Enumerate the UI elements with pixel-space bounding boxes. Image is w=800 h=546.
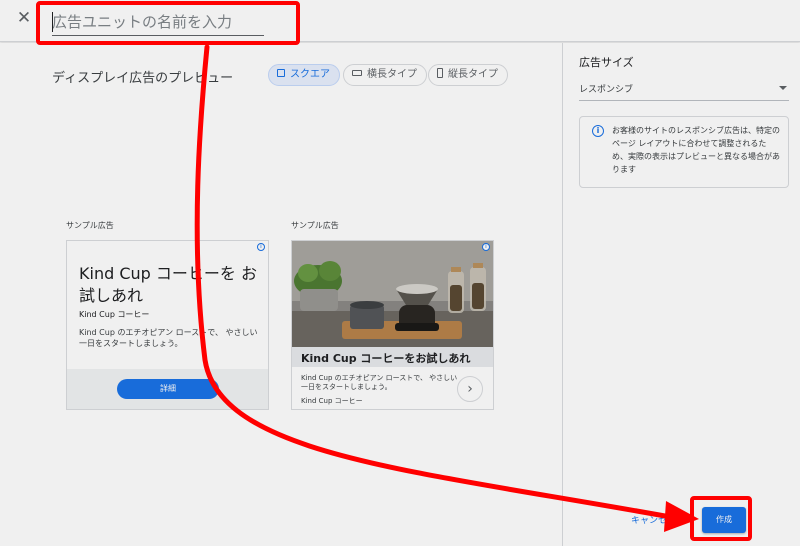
info-notice: i お客様のサイトのレスポンシブ広告は、特定のページ レイアウトに合わせて調整さ… [579, 116, 789, 188]
tab-square-label: スクエア [290, 69, 330, 80]
tab-portrait[interactable]: 縦長タイプ [428, 64, 508, 86]
ad-photo: i [292, 241, 493, 347]
adchoices-icon[interactable]: i [482, 243, 490, 251]
tab-portrait-label: 縦長タイプ [448, 69, 498, 80]
settings-panel: 広告サイズ レスポンシブ i お客様のサイトのレスポンシブ広告は、特定のページ … [562, 43, 800, 546]
sample-ad-label: サンプル広告 [291, 221, 339, 230]
cancel-button[interactable]: キャンセル [631, 513, 676, 526]
tab-landscape[interactable]: 横長タイプ [343, 64, 427, 86]
sample-ad-text: i Kind Cup コーヒーを お試しあれ Kind Cup コーヒー Kin… [66, 240, 269, 410]
info-icon: i [592, 125, 604, 137]
ad-headline: Kind Cup コーヒーをお試しあれ [301, 352, 471, 365]
coffee-photo-image [292, 241, 493, 347]
sample-ad-image: i Kind Cup コーヒーをお試しあれ Kind Cup のエチオピアン ロ… [291, 240, 494, 410]
chevron-right-icon[interactable]: › [457, 376, 483, 402]
ad-headline: Kind Cup コーヒーを お試しあれ [79, 264, 257, 305]
tab-square[interactable]: スクエア [268, 64, 340, 86]
ad-description: Kind Cup のエチオピアン ローストで、 やさしい一日をスタートしましょう… [301, 374, 458, 391]
ad-footer: 詳細 [67, 369, 268, 409]
text-caret [52, 12, 53, 32]
ad-advertiser: Kind Cup コーヒー [79, 310, 150, 319]
chevron-down-icon [779, 86, 787, 90]
ad-unit-dialog: ✕ ディスプレイ広告のプレビュー スクエア 横長タイプ 縦長タイプ サンプル広告… [0, 0, 800, 546]
create-button[interactable]: 作成 [702, 507, 746, 533]
square-icon [277, 69, 285, 77]
ad-size-value: レスポンシブ [579, 85, 634, 95]
portrait-icon [437, 68, 443, 78]
ad-unit-name-field [52, 10, 264, 36]
top-bar: ✕ [0, 0, 800, 42]
ad-size-label: 広告サイズ [579, 56, 634, 69]
adchoices-icon[interactable]: i [257, 243, 265, 251]
close-icon[interactable]: ✕ [14, 8, 34, 28]
ad-headline-bar: Kind Cup コーヒーをお試しあれ [292, 347, 493, 367]
ad-size-select[interactable]: レスポンシブ [579, 79, 789, 101]
tab-landscape-label: 横長タイプ [367, 69, 417, 80]
ad-unit-name-input[interactable] [52, 10, 264, 34]
preview-panel: ディスプレイ広告のプレビュー スクエア 横長タイプ 縦長タイプ サンプル広告 サ… [0, 43, 562, 546]
ad-advertiser: Kind Cup コーヒー [301, 397, 363, 405]
landscape-icon [352, 70, 362, 76]
preview-title: ディスプレイ広告のプレビュー [52, 71, 234, 86]
ad-cta-button[interactable]: 詳細 [117, 379, 219, 399]
ad-description: Kind Cup のエチオピアン ローストで、 やさしい一日をスタートしましょう… [79, 328, 258, 348]
info-text: お客様のサイトのレスポンシブ広告は、特定のページ レイアウトに合わせて調整される… [612, 126, 780, 174]
sample-ad-label: サンプル広告 [66, 221, 114, 230]
